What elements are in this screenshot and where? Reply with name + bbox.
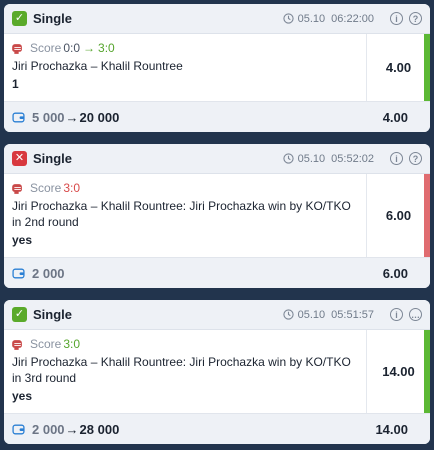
event-name: Jiri Prochazka – Khalil Rountree: [12, 59, 183, 73]
odds-value: 14.00: [382, 364, 415, 379]
footer-odds: 4.00: [382, 109, 408, 125]
selection: yes: [12, 233, 33, 247]
info-icon[interactable]: i: [390, 152, 403, 165]
info-icon[interactable]: i: [390, 308, 403, 321]
bet-card-footer: 2 000 → 28 000 14.00: [4, 414, 430, 444]
score-line: Score 3:0: [12, 181, 358, 195]
wallet-icon: [12, 268, 25, 278]
help-icon[interactable]: ?: [409, 152, 422, 165]
score-new: 3:0: [63, 337, 81, 351]
selection: 1: [12, 77, 19, 91]
info-icon[interactable]: i: [390, 12, 403, 25]
bet-date: 05.10: [297, 152, 326, 165]
result-indicator: [424, 174, 430, 257]
bet-card-footer: 2 000 6.00: [4, 258, 430, 288]
amount-arrow: →: [65, 421, 79, 437]
check-icon: ✓: [12, 307, 27, 322]
wallet-icon: [12, 424, 25, 434]
score-line: Score 3:0: [12, 337, 358, 351]
amount-arrow: →: [65, 109, 79, 125]
score-new: 3:0: [98, 41, 115, 55]
bet-type: Single: [33, 11, 73, 26]
result-indicator: [424, 34, 430, 101]
bet-card-body: Score 3:0 Jiri Prochazka – Khalil Rountr…: [4, 174, 430, 258]
mma-glove-icon: [12, 183, 22, 194]
bet-card[interactable]: ✓ Single 05.10 06:22:00 i ? Score 0:0 → …: [4, 4, 430, 132]
stake-amount: 2 000: [32, 265, 65, 281]
event-name: Jiri Prochazka – Khalil Rountree: Jiri P…: [12, 199, 351, 229]
bet-type: Single: [33, 307, 73, 322]
bet-history-feed: ✓ Single 05.10 06:22:00 i ? Score 0:0 → …: [0, 0, 434, 450]
bet-card-header: ✓ Single 05.10 06:22:00 i ?: [4, 4, 430, 34]
bet-card-header: ✕ Single 05.10 05:52:02 i ?: [4, 144, 430, 174]
odds-value: 6.00: [385, 208, 412, 223]
payout-amount: 20 000: [79, 109, 120, 125]
bet-card-body: Score 0:0 → 3:0 Jiri Prochazka – Khalil …: [4, 34, 430, 102]
mma-glove-icon: [12, 43, 22, 54]
score-line: Score 0:0 → 3:0: [12, 41, 358, 55]
clock-icon: [283, 153, 294, 164]
score-label: Score: [30, 41, 62, 55]
bet-time: 05:51:57: [331, 308, 374, 321]
event-name: Jiri Prochazka – Khalil Rountree: Jiri P…: [12, 355, 351, 385]
odds-cell: 4.00: [366, 34, 430, 101]
chat-icon[interactable]: …: [409, 308, 422, 321]
wallet-icon: [12, 112, 25, 122]
payout-amount: 28 000: [79, 421, 120, 437]
odds-cell: 14.00: [366, 330, 430, 413]
stake-amount: 5 000: [32, 109, 65, 125]
mma-glove-icon: [12, 339, 22, 350]
score-arrow: →: [83, 41, 96, 55]
bet-time: 05:52:02: [331, 152, 374, 165]
bet-card-header: ✓ Single 05.10 05:51:57 i …: [4, 300, 430, 330]
bet-time: 06:22:00: [331, 12, 374, 25]
stake-amount: 2 000: [32, 421, 65, 437]
footer-odds: 14.00: [375, 421, 408, 437]
check-icon: ✓: [12, 11, 27, 26]
odds-cell: 6.00: [366, 174, 430, 257]
clock-icon: [283, 309, 294, 320]
bet-card-body: Score 3:0 Jiri Prochazka – Khalil Rountr…: [4, 330, 430, 414]
score-old: 0:0: [63, 41, 81, 55]
cross-icon: ✕: [12, 151, 27, 166]
clock-icon: [283, 13, 294, 24]
score-label: Score: [30, 181, 62, 195]
footer-odds: 6.00: [382, 265, 408, 281]
result-indicator: [424, 330, 430, 413]
bet-card[interactable]: ✓ Single 05.10 05:51:57 i … Score 3:0 Ji…: [4, 300, 430, 444]
bet-date: 05.10: [297, 12, 326, 25]
help-icon[interactable]: ?: [409, 12, 422, 25]
bet-date: 05.10: [297, 308, 326, 321]
score-label: Score: [30, 337, 62, 351]
selection: yes: [12, 389, 33, 403]
score-new: 3:0: [63, 181, 81, 195]
bet-card[interactable]: ✕ Single 05.10 05:52:02 i ? Score 3:0 Ji…: [4, 144, 430, 288]
odds-value: 4.00: [385, 60, 412, 75]
bet-type: Single: [33, 151, 73, 166]
bet-card-footer: 5 000 → 20 000 4.00: [4, 102, 430, 132]
